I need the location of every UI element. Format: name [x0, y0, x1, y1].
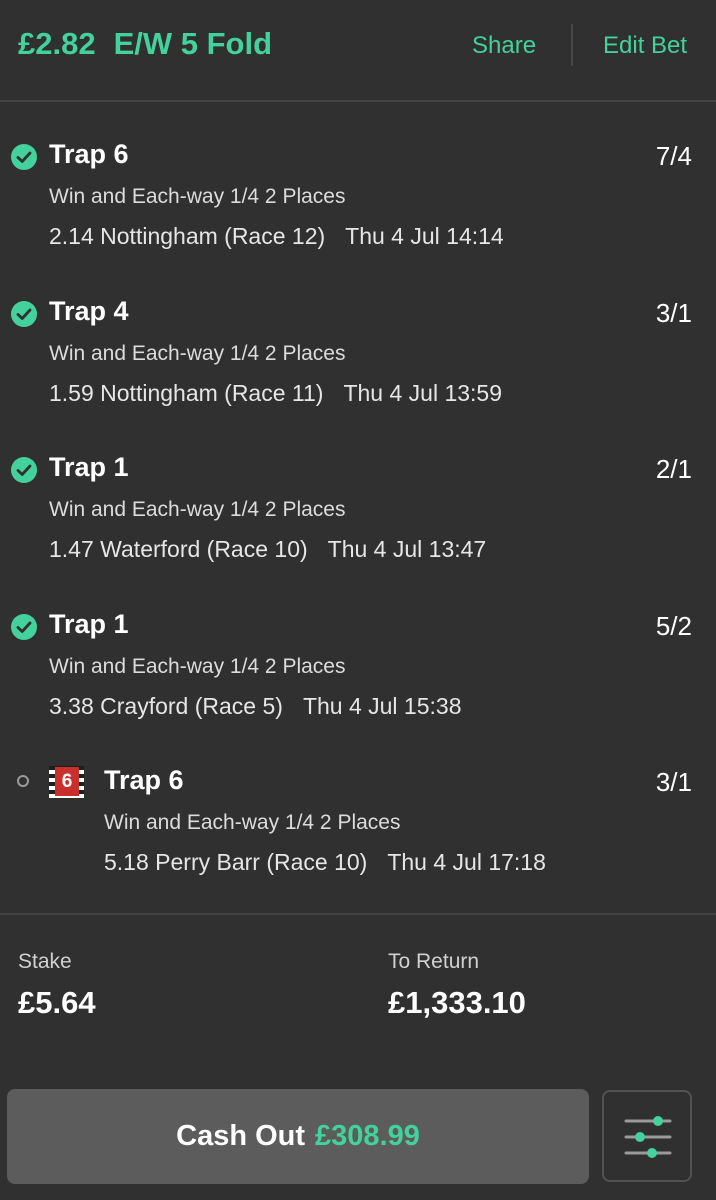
selection-market: Win and Each-way 1/4 2 Places [49, 341, 346, 365]
event-time: Thu 4 Jul 15:38 [302, 692, 462, 719]
trap-number: 6 [55, 767, 79, 796]
selection-odds: 3/1 [655, 767, 692, 797]
stake-per-line: £2.82 [18, 26, 96, 61]
event-name: 1.59 Nottingham (Race 11) [49, 379, 324, 406]
cash-out-amount: £308.99 [315, 1120, 420, 1152]
stake-label: Stake [18, 950, 72, 973]
bet-type: E/W 5 Fold [113, 26, 273, 61]
selection-odds: 7/4 [655, 141, 692, 171]
sliders-icon [624, 1116, 672, 1158]
share-button[interactable]: Share [472, 32, 536, 60]
selection-odds: 5/2 [655, 610, 692, 641]
check-circle-icon [11, 457, 37, 483]
selection-market: Win and Each-way 1/4 2 Places [49, 654, 346, 678]
selection-item: Trap 4 3/1 Win and Each-way 1/4 2 Places… [0, 259, 716, 416]
selection-event: 2.14 Nottingham (Race 12) Thu 4 Jul 14:14 [49, 223, 504, 250]
selection-event: 1.59 Nottingham (Race 11) Thu 4 Jul 13:59 [49, 380, 502, 407]
selection-market: Win and Each-way 1/4 2 Places [49, 498, 346, 521]
selection-name: Trap 4 [49, 295, 129, 326]
bet-title: £2.82 E/W 5 Fold [18, 26, 272, 62]
selection-list: Trap 6 7/4 Win and Each-way 1/4 2 Places… [0, 102, 716, 885]
event-time: Thu 4 Jul 14:14 [345, 223, 504, 249]
selection-item: 6 Trap 6 3/1 Win and Each-way 1/4 2 Plac… [0, 728, 716, 885]
return-label: To Return [388, 950, 480, 973]
check-circle-icon [11, 613, 37, 640]
header-divider [571, 24, 573, 66]
selection-item: Trap 1 2/1 Win and Each-way 1/4 2 Places… [0, 415, 716, 572]
selection-odds: 2/1 [655, 454, 692, 484]
check-circle-icon [11, 144, 37, 170]
selection-item: Trap 1 5/2 Win and Each-way 1/4 2 Places… [0, 572, 716, 729]
trap-6-silk-icon: 6 [49, 766, 84, 798]
selection-item: Trap 6 7/4 Win and Each-way 1/4 2 Places… [0, 102, 716, 259]
event-name: 3.38 Crayford (Race 5) [49, 692, 283, 719]
selection-name: Trap 6 [104, 765, 184, 795]
event-time: Thu 4 Jul 17:18 [387, 849, 546, 875]
event-time: Thu 4 Jul 13:47 [327, 536, 487, 562]
event-name: 1.47 Waterford (Race 10) [49, 536, 308, 562]
selection-name: Trap 1 [49, 608, 129, 639]
return-value: £1,333.10 [388, 985, 526, 1020]
cash-out-button[interactable]: Cash Out £308.99 [7, 1089, 589, 1184]
event-name: 5.18 Perry Barr (Race 10) [104, 849, 368, 875]
cash-out-settings-button[interactable] [602, 1090, 692, 1182]
cash-out-label: Cash Out [176, 1120, 306, 1152]
stake-value: £5.64 [18, 985, 96, 1020]
bet-header: £2.82 E/W 5 Fold Share Edit Bet [0, 0, 716, 102]
summary-divider [0, 913, 716, 915]
check-circle-icon [11, 300, 37, 327]
selection-event: 1.47 Waterford (Race 10) Thu 4 Jul 13:47 [49, 536, 486, 563]
selection-name: Trap 6 [49, 139, 129, 169]
selection-odds: 3/1 [655, 297, 692, 328]
selection-name: Trap 1 [49, 452, 129, 482]
pending-circle-icon [17, 775, 29, 787]
selection-market: Win and Each-way 1/4 2 Places [104, 811, 401, 834]
event-name: 2.14 Nottingham (Race 12) [49, 223, 326, 249]
event-time: Thu 4 Jul 13:59 [343, 379, 503, 406]
selection-event: 3.38 Crayford (Race 5) Thu 4 Jul 15:38 [49, 693, 462, 720]
selection-market: Win and Each-way 1/4 2 Places [49, 185, 346, 208]
selection-event: 5.18 Perry Barr (Race 10) Thu 4 Jul 17:18 [104, 849, 546, 876]
edit-bet-button[interactable]: Edit Bet [603, 32, 687, 60]
